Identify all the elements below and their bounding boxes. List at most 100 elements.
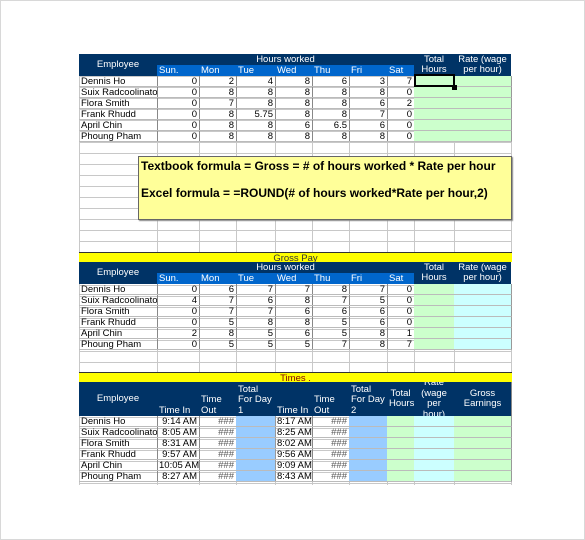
- employee-name-cell[interactable]: Suix Radcoolinato: [79, 427, 158, 438]
- rate-cell[interactable]: [454, 109, 512, 120]
- hours-cell[interactable]: 7: [312, 339, 350, 350]
- day-total-cell[interactable]: [236, 416, 276, 427]
- hours-cell[interactable]: 6: [349, 306, 388, 317]
- time-out-2-cell[interactable]: ###: [312, 460, 350, 471]
- day-total-cell[interactable]: [236, 460, 276, 471]
- hours-cell[interactable]: 6: [236, 295, 276, 306]
- hours-cell[interactable]: 8: [236, 131, 276, 142]
- time-out-2-cell[interactable]: ###: [312, 471, 350, 482]
- hours-cell[interactable]: 8: [199, 87, 237, 98]
- total-hours-cell[interactable]: [387, 471, 415, 482]
- hours-cell[interactable]: 8: [236, 87, 276, 98]
- hours-cell[interactable]: 6: [275, 328, 313, 339]
- hours-cell[interactable]: 8: [275, 76, 313, 87]
- time-out-2-cell[interactable]: ###: [312, 438, 350, 449]
- time-in-2-cell[interactable]: 9:09 AM: [275, 460, 313, 471]
- employee-name-cell[interactable]: Dennis Ho: [79, 76, 158, 87]
- rate-cell[interactable]: [414, 471, 455, 482]
- hours-cell[interactable]: 6: [275, 120, 313, 131]
- hours-cell[interactable]: 2: [157, 328, 200, 339]
- rate-cell[interactable]: [454, 328, 512, 339]
- total-hours-cell[interactable]: [414, 98, 455, 109]
- time-in-1-cell[interactable]: 8:05 AM: [157, 427, 200, 438]
- hours-cell[interactable]: 8: [199, 328, 237, 339]
- total-hours-cell[interactable]: [387, 427, 415, 438]
- employee-name-cell[interactable]: Phoung Pham: [79, 471, 158, 482]
- hours-cell[interactable]: 8: [275, 109, 313, 120]
- employee-name-cell[interactable]: Frank Rhudd: [79, 449, 158, 460]
- total-hours-cell[interactable]: [387, 449, 415, 460]
- day-total-cell[interactable]: [236, 438, 276, 449]
- rate-cell[interactable]: [414, 449, 455, 460]
- rate-cell[interactable]: [454, 317, 512, 328]
- hours-cell[interactable]: 8: [199, 120, 237, 131]
- total-hours-cell[interactable]: [414, 328, 455, 339]
- hours-cell[interactable]: 0: [387, 131, 415, 142]
- day-total-cell[interactable]: [236, 471, 276, 482]
- employee-name-cell[interactable]: Suix Radcoolinato: [79, 87, 158, 98]
- hours-cell[interactable]: 8: [236, 317, 276, 328]
- rate-cell[interactable]: [454, 131, 512, 142]
- time-out-1-cell[interactable]: ###: [199, 471, 237, 482]
- gross-earnings-cell[interactable]: [454, 449, 512, 460]
- hours-cell[interactable]: 0: [387, 109, 415, 120]
- rate-cell[interactable]: [454, 295, 512, 306]
- rate-cell[interactable]: [454, 120, 512, 131]
- hours-cell[interactable]: 8: [312, 87, 350, 98]
- day-total-cell[interactable]: [349, 460, 388, 471]
- total-hours-cell[interactable]: [414, 295, 455, 306]
- hours-cell[interactable]: 8: [275, 317, 313, 328]
- hours-cell[interactable]: 5: [312, 328, 350, 339]
- employee-name-cell[interactable]: Flora Smith: [79, 306, 158, 317]
- time-in-2-cell[interactable]: 8:25 AM: [275, 427, 313, 438]
- formula-note[interactable]: Textbook formula = Gross = # of hours wo…: [138, 156, 512, 220]
- hours-cell[interactable]: 5: [199, 339, 237, 350]
- employee-name-cell[interactable]: Dennis Ho: [79, 284, 158, 295]
- total-hours-cell[interactable]: [414, 87, 455, 98]
- time-in-1-cell[interactable]: 8:27 AM: [157, 471, 200, 482]
- hours-cell[interactable]: 6: [349, 317, 388, 328]
- hours-cell[interactable]: 8: [275, 87, 313, 98]
- selected-cell[interactable]: [414, 74, 455, 87]
- hours-cell[interactable]: 0: [387, 284, 415, 295]
- time-out-1-cell[interactable]: ###: [199, 460, 237, 471]
- total-hours-cell[interactable]: [387, 438, 415, 449]
- hours-cell[interactable]: 5: [199, 317, 237, 328]
- hours-cell[interactable]: 7: [199, 306, 237, 317]
- gross-earnings-cell[interactable]: [454, 471, 512, 482]
- rate-cell[interactable]: [454, 98, 512, 109]
- day-total-cell[interactable]: [349, 427, 388, 438]
- time-in-1-cell[interactable]: 10:05 AM: [157, 460, 200, 471]
- hours-cell[interactable]: 7: [199, 295, 237, 306]
- hours-cell[interactable]: 0: [157, 284, 200, 295]
- hours-cell[interactable]: 0: [157, 306, 200, 317]
- total-hours-cell[interactable]: [387, 460, 415, 471]
- total-hours-cell[interactable]: [414, 306, 455, 317]
- hours-cell[interactable]: 8: [349, 328, 388, 339]
- hours-cell[interactable]: 8: [275, 98, 313, 109]
- rate-cell[interactable]: [454, 87, 512, 98]
- hours-cell[interactable]: 8: [275, 295, 313, 306]
- hours-cell[interactable]: 8: [199, 109, 237, 120]
- hours-cell[interactable]: 0: [387, 87, 415, 98]
- hours-cell[interactable]: 6: [312, 76, 350, 87]
- hours-cell[interactable]: 0: [387, 295, 415, 306]
- day-total-cell[interactable]: [349, 471, 388, 482]
- rate-cell[interactable]: [454, 339, 512, 350]
- hours-cell[interactable]: 6: [349, 120, 388, 131]
- hours-cell[interactable]: 2: [387, 98, 415, 109]
- total-hours-cell[interactable]: [387, 416, 415, 427]
- hours-cell[interactable]: 7: [387, 339, 415, 350]
- rate-cell[interactable]: [414, 438, 455, 449]
- hours-cell[interactable]: 7: [236, 284, 276, 295]
- day-total-cell[interactable]: [349, 449, 388, 460]
- employee-name-cell[interactable]: Frank Rhudd: [79, 109, 158, 120]
- total-hours-cell[interactable]: [414, 131, 455, 142]
- hours-cell[interactable]: 8: [349, 131, 388, 142]
- time-out-2-cell[interactable]: ###: [312, 416, 350, 427]
- hours-cell[interactable]: 5: [236, 339, 276, 350]
- employee-name-cell[interactable]: Flora Smith: [79, 438, 158, 449]
- day-total-cell[interactable]: [236, 427, 276, 438]
- day-total-cell[interactable]: [349, 438, 388, 449]
- employee-name-cell[interactable]: April Chin: [79, 120, 158, 131]
